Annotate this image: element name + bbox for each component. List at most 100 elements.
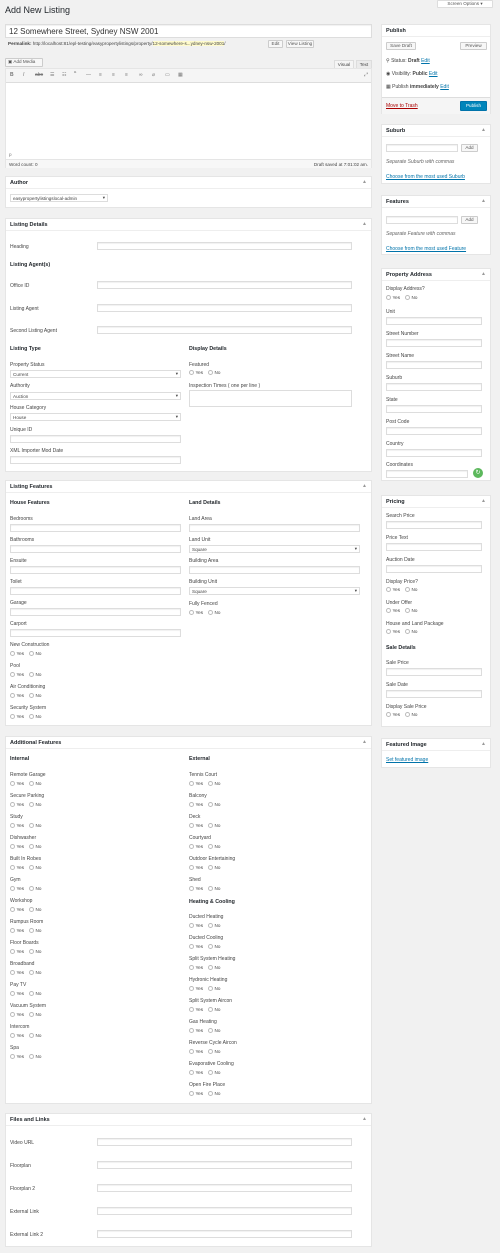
feature-radio[interactable]: Yes No: [189, 802, 220, 808]
security-system-radio[interactable]: Yes No: [10, 714, 41, 720]
video-url-input[interactable]: [97, 1138, 352, 1146]
radio-no[interactable]: [208, 781, 213, 787]
price-text-input[interactable]: [386, 543, 482, 551]
featured-radio[interactable]: Yes No: [189, 370, 220, 376]
post-code-input[interactable]: [386, 427, 482, 435]
save-draft-button[interactable]: Save Draft: [386, 42, 416, 50]
radio-no[interactable]: [29, 844, 34, 850]
insert-link-icon[interactable]: ∞: [139, 72, 143, 78]
fullscreen-icon[interactable]: ⤢: [364, 72, 368, 78]
radio-no[interactable]: [208, 370, 213, 376]
radio-no[interactable]: [29, 928, 34, 934]
radio-no[interactable]: [208, 1070, 213, 1076]
collapse-icon[interactable]: ▲: [481, 498, 486, 504]
horizontal-rule-icon[interactable]: —: [86, 72, 91, 78]
permalink-slug[interactable]: 12-somewhere-s...ydney-nsw-2001: [152, 41, 225, 46]
radio-yes[interactable]: [10, 1033, 15, 1039]
second-listing-agent-input[interactable]: [97, 326, 352, 334]
radio-no[interactable]: [29, 714, 34, 720]
garage-input[interactable]: [10, 608, 181, 616]
feature-radio[interactable]: Yes No: [189, 1028, 220, 1034]
radio-yes[interactable]: [10, 672, 15, 678]
radio-yes[interactable]: [10, 907, 15, 913]
radio-no[interactable]: [208, 965, 213, 971]
radio-yes[interactable]: [10, 928, 15, 934]
radio-no[interactable]: [405, 608, 410, 614]
radio-yes[interactable]: [10, 844, 15, 850]
visibility-edit-link[interactable]: Edit: [429, 71, 438, 77]
radio-no[interactable]: [29, 949, 34, 955]
search-price-input[interactable]: [386, 521, 482, 529]
radio-no[interactable]: [208, 865, 213, 871]
features-header[interactable]: Features ▲: [382, 196, 490, 208]
sale-price-input[interactable]: [386, 668, 482, 676]
status-edit-link[interactable]: Edit: [421, 58, 430, 64]
new-construction-radio[interactable]: Yes No: [10, 651, 41, 657]
auction-date-input[interactable]: [386, 565, 482, 573]
radio-yes[interactable]: [386, 608, 391, 614]
bullet-list-icon[interactable]: ☰: [50, 72, 54, 78]
house-land-package-radio[interactable]: Yes No: [386, 629, 417, 635]
property-address-header[interactable]: Property Address ▲: [382, 269, 490, 281]
collapse-icon[interactable]: ▲: [481, 198, 486, 204]
radio-yes[interactable]: [10, 823, 15, 829]
radio-yes[interactable]: [189, 1028, 194, 1034]
feature-radio[interactable]: Yes No: [189, 865, 220, 871]
radio-yes[interactable]: [189, 370, 194, 376]
collapse-icon[interactable]: ▲: [481, 127, 486, 133]
feature-radio[interactable]: Yes No: [10, 928, 41, 934]
unique-id-input[interactable]: [10, 435, 181, 443]
suburb-input[interactable]: [386, 144, 458, 152]
state-input[interactable]: [386, 405, 482, 413]
radio-no[interactable]: [405, 295, 410, 301]
blockquote-icon[interactable]: “: [74, 71, 77, 77]
property-status-select[interactable]: Current ▾: [10, 370, 181, 378]
collapse-icon[interactable]: ▲: [481, 741, 486, 747]
radio-yes[interactable]: [189, 1007, 194, 1013]
office-id-input[interactable]: [97, 281, 352, 289]
radio-yes[interactable]: [386, 712, 391, 718]
sale-date-input[interactable]: [386, 690, 482, 698]
radio-no[interactable]: [405, 629, 410, 635]
radio-yes[interactable]: [10, 781, 15, 787]
add-media-button[interactable]: ▣ Add Media: [5, 58, 43, 67]
country-input[interactable]: [386, 449, 482, 457]
collapse-icon[interactable]: ▲: [362, 221, 367, 227]
radio-no[interactable]: [29, 651, 34, 657]
feature-radio[interactable]: Yes No: [189, 965, 220, 971]
radio-no[interactable]: [208, 1007, 213, 1013]
author-header[interactable]: Author ▲: [6, 177, 371, 189]
view-listing-button[interactable]: View Listing: [286, 40, 314, 48]
publish-button[interactable]: Publish: [460, 101, 487, 111]
author-select[interactable]: easypropertylistingslocal-admin ▾: [10, 194, 108, 202]
collapse-icon[interactable]: ▲: [481, 271, 486, 277]
radio-no[interactable]: [208, 1091, 213, 1097]
radio-yes[interactable]: [189, 1070, 194, 1076]
italic-icon[interactable]: I: [23, 72, 24, 78]
suburb-choose-link[interactable]: Choose from the most used Suburb: [386, 174, 465, 180]
feature-radio[interactable]: Yes No: [10, 844, 41, 850]
radio-yes[interactable]: [10, 1012, 15, 1018]
tab-visual[interactable]: Visual: [334, 60, 354, 68]
radio-no[interactable]: [208, 1049, 213, 1055]
radio-no[interactable]: [29, 693, 34, 699]
screen-options-button[interactable]: Screen Options ▾: [437, 0, 493, 8]
radio-yes[interactable]: [386, 587, 391, 593]
align-left-icon[interactable]: ≡: [99, 72, 102, 78]
listing-agent-input[interactable]: [97, 304, 352, 312]
radio-no[interactable]: [405, 712, 410, 718]
house-category-select[interactable]: House ▾: [10, 413, 181, 421]
radio-yes[interactable]: [10, 802, 15, 808]
radio-yes[interactable]: [189, 844, 194, 850]
align-right-icon[interactable]: ≡: [125, 72, 128, 78]
floorplan2-input[interactable]: [97, 1184, 352, 1192]
radio-no[interactable]: [29, 1012, 34, 1018]
radio-no[interactable]: [208, 823, 213, 829]
features-add-button[interactable]: Add: [461, 216, 478, 224]
set-featured-image-link[interactable]: Set featured image: [386, 757, 428, 763]
radio-yes[interactable]: [189, 823, 194, 829]
pricing-header[interactable]: Pricing ▲: [382, 496, 490, 508]
features-input[interactable]: [386, 216, 458, 224]
radio-no[interactable]: [29, 823, 34, 829]
feature-radio[interactable]: Yes No: [10, 1033, 41, 1039]
